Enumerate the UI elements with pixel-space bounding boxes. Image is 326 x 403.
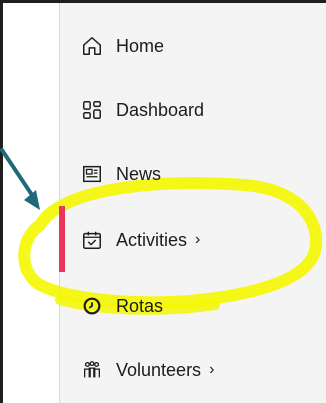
sidebar-item-news[interactable]: News (80, 156, 161, 192)
people-icon (80, 358, 104, 382)
dashboard-icon (80, 98, 104, 122)
sidebar-item-label: Dashboard (116, 99, 205, 120)
calendar-check-icon (80, 228, 104, 252)
sidebar-item-label: News (116, 163, 162, 184)
clock-icon (80, 294, 104, 318)
sidebar-item-rotas[interactable]: Rotas (80, 288, 163, 324)
chevron-right-icon: › (195, 231, 201, 248)
home-icon (80, 34, 104, 58)
sidebar-item-volunteers[interactable]: Volunteers › (80, 352, 214, 388)
sidebar-item-label: Volunteers (116, 359, 202, 380)
sidebar-item-dashboard[interactable]: Dashboard (80, 92, 204, 128)
sidebar-item-label: Rotas (116, 295, 164, 316)
chevron-right-icon: › (209, 361, 215, 378)
sidebar-item-home[interactable]: Home (80, 28, 164, 64)
sidebar-item-label: Home (116, 35, 165, 56)
news-icon (80, 162, 104, 186)
sidebar-item-label: Activities (116, 229, 188, 250)
active-indicator (59, 206, 65, 272)
sidebar-item-activities[interactable]: Activities › (80, 222, 200, 258)
